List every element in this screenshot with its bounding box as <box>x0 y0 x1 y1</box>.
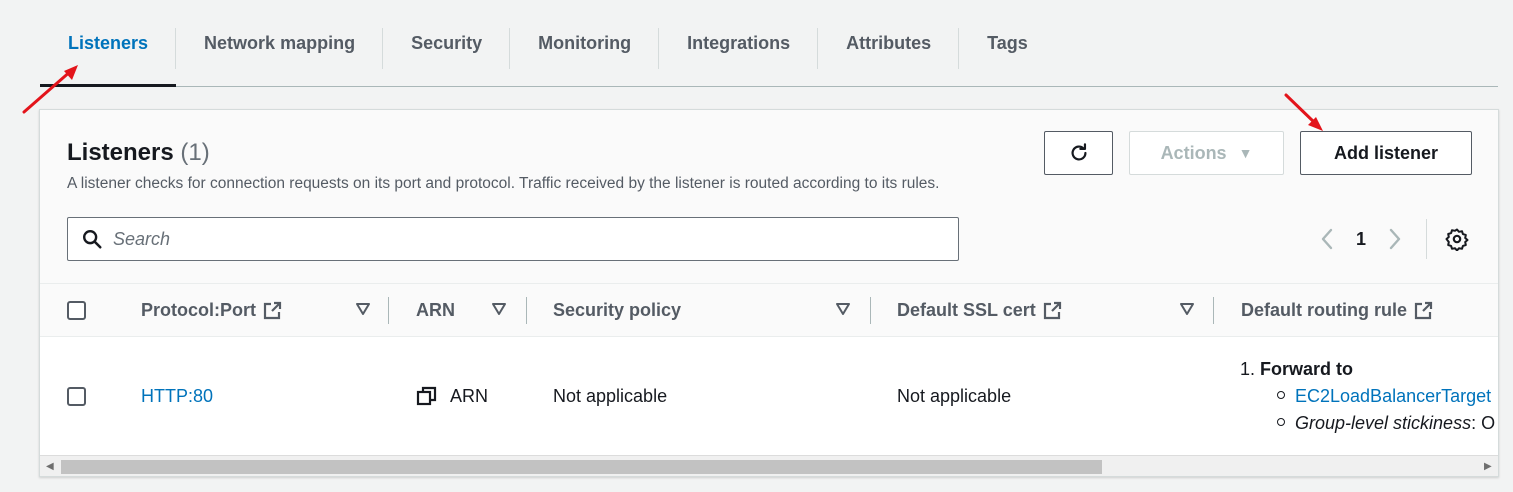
refresh-button[interactable] <box>1044 131 1113 175</box>
next-page-button[interactable] <box>1378 222 1412 256</box>
external-link-icon <box>1414 301 1433 319</box>
scroll-left-arrow-icon[interactable]: ◀ <box>46 461 54 472</box>
scrollbar-thumb[interactable] <box>61 460 1102 474</box>
divider <box>1426 219 1427 259</box>
search-icon <box>83 230 102 249</box>
tab-bar: Listeners Network mapping Security Monit… <box>40 0 1498 87</box>
column-header-arn[interactable]: ARN <box>416 284 455 337</box>
column-header-default-routing-rule[interactable]: Default routing rule <box>1241 284 1433 337</box>
column-header-protocol-port[interactable]: Protocol:Port <box>141 284 282 337</box>
tab-network-mapping[interactable]: Network mapping <box>176 0 384 86</box>
ssl-cert-value: Not applicable <box>897 385 1012 406</box>
column-label: Security policy <box>553 300 682 320</box>
column-header-security-policy[interactable]: Security policy <box>553 284 681 337</box>
actions-button[interactable]: Actions ▼ <box>1129 131 1284 175</box>
tab-label: Security <box>411 32 483 53</box>
actions-label: Actions <box>1160 142 1227 163</box>
caret-down-icon: ▼ <box>1238 145 1253 161</box>
sort-icon[interactable] <box>1179 301 1195 317</box>
panel-title-text: Listeners <box>67 139 174 166</box>
column-header-default-ssl-cert[interactable]: Default SSL cert <box>897 284 1062 337</box>
search-input[interactable] <box>113 228 933 250</box>
tab-label: Monitoring <box>538 32 632 53</box>
bullet-icon <box>1277 391 1285 400</box>
table-row: HTTP:80 ARN Not applicable Not applicabl… <box>40 337 1498 455</box>
routing-rule-item: 1. Forward to <box>1240 356 1498 383</box>
chevron-left-icon <box>1321 228 1333 250</box>
panel-description: A listener checks for connection request… <box>67 175 940 192</box>
rule-action: Forward to <box>1260 359 1354 379</box>
chevron-right-icon <box>1389 228 1401 250</box>
sort-icon[interactable] <box>835 301 851 317</box>
stickiness-label: Group-level stickiness <box>1295 413 1472 433</box>
select-all-checkbox[interactable] <box>67 301 86 320</box>
listener-count: (1) <box>180 139 210 166</box>
column-resizer[interactable] <box>388 297 389 324</box>
rule-index: 1. <box>1240 359 1256 379</box>
tab-label: Attributes <box>846 32 932 53</box>
stickiness-value: : O <box>1471 413 1496 433</box>
column-label: Default routing rule <box>1241 300 1407 320</box>
tab-label: Integrations <box>687 32 791 53</box>
security-policy-value: Not applicable <box>553 385 668 406</box>
row-select-checkbox[interactable] <box>67 387 86 406</box>
pagination: 1 <box>1310 217 1471 261</box>
sort-icon[interactable] <box>355 301 371 317</box>
refresh-icon <box>1071 143 1087 161</box>
previous-page-button[interactable] <box>1310 222 1344 256</box>
add-listener-label: Add listener <box>1333 142 1439 163</box>
tab-tags[interactable]: Tags <box>959 0 1056 86</box>
column-resizer[interactable] <box>1213 297 1214 324</box>
panel-title: Listeners (1) <box>67 139 210 167</box>
tab-label: Tags <box>987 32 1028 53</box>
scroll-right-arrow-icon[interactable]: ▶ <box>1484 461 1492 472</box>
bullet-icon <box>1277 418 1285 427</box>
tab-label: Listeners <box>68 32 149 53</box>
gear-icon <box>1445 228 1469 251</box>
protocol-port-link[interactable]: HTTP:80 <box>141 337 213 455</box>
preferences-button[interactable] <box>1443 225 1471 253</box>
column-resizer[interactable] <box>870 297 871 324</box>
target-group-item: EC2LoadBalancerTarget <box>1240 383 1498 410</box>
search-field[interactable] <box>67 217 959 261</box>
tab-security[interactable]: Security <box>383 0 511 86</box>
tab-integrations[interactable]: Integrations <box>659 0 819 86</box>
tab-listeners[interactable]: Listeners <box>40 0 177 87</box>
panel-header: Listeners (1) A listener checks for conn… <box>40 110 1498 284</box>
tab-label: Network mapping <box>204 32 356 53</box>
target-group-link[interactable]: EC2LoadBalancerTarget <box>1295 386 1491 406</box>
arn-copy-cell[interactable]: ARN <box>416 337 488 455</box>
tab-monitoring[interactable]: Monitoring <box>510 0 660 86</box>
page-number[interactable]: 1 <box>1344 229 1378 250</box>
column-label: Protocol:Port <box>141 300 256 320</box>
table-header: Protocol:Port ARN Security policy Defaul… <box>40 284 1498 337</box>
tab-attributes[interactable]: Attributes <box>818 0 960 86</box>
arn-label: ARN <box>450 385 489 406</box>
sort-icon[interactable] <box>491 301 507 317</box>
column-resizer[interactable] <box>526 297 527 324</box>
stickiness-item: Group-level stickiness: O <box>1240 410 1498 437</box>
horizontal-scrollbar[interactable]: ◀ ▶ <box>40 455 1498 476</box>
external-link-icon <box>263 301 282 319</box>
add-listener-button[interactable]: Add listener <box>1300 131 1472 175</box>
column-label: ARN <box>416 300 455 320</box>
column-label: Default SSL cert <box>897 300 1036 320</box>
listeners-panel: Listeners (1) A listener checks for conn… <box>39 109 1499 477</box>
routing-rule-cell: 1. Forward to EC2LoadBalancerTarget Grou… <box>1240 356 1498 437</box>
external-link-icon <box>1043 301 1061 319</box>
copy-icon[interactable] <box>416 385 438 407</box>
